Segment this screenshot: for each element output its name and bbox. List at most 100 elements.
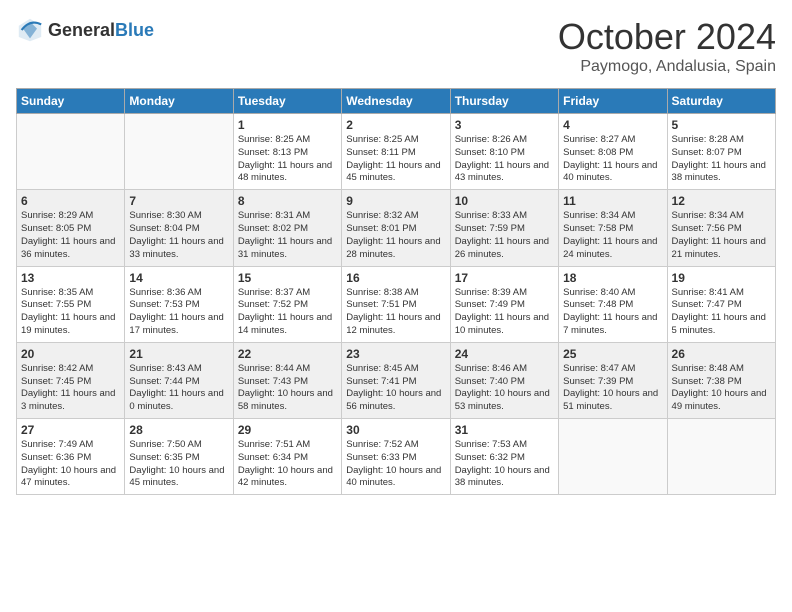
calendar-day-cell: 14 Sunrise: 8:36 AMSunset: 7:53 PMDayligh… (125, 266, 233, 342)
day-content: Sunrise: 8:27 AMSunset: 8:08 PMDaylight:… (563, 134, 662, 185)
day-content: Sunrise: 8:30 AMSunset: 8:04 PMDaylight:… (129, 210, 228, 261)
calendar-day-cell: 7 Sunrise: 8:30 AMSunset: 8:04 PMDaylight… (125, 190, 233, 266)
day-number: 1 (238, 118, 337, 132)
calendar-day-cell: 15 Sunrise: 8:37 AMSunset: 7:52 PMDayligh… (233, 266, 341, 342)
day-number: 2 (346, 118, 445, 132)
day-content: Sunrise: 8:40 AMSunset: 7:48 PMDaylight:… (563, 287, 662, 338)
page-header: GeneralBlue October 2024 Paymogo, Andalu… (16, 16, 776, 76)
col-header-saturday: Saturday (667, 89, 775, 114)
day-number: 18 (563, 271, 662, 285)
day-number: 9 (346, 194, 445, 208)
calendar-day-cell: 2 Sunrise: 8:25 AMSunset: 8:11 PMDaylight… (342, 114, 450, 190)
calendar-day-cell: 30 Sunrise: 7:52 AMSunset: 6:33 PMDayligh… (342, 419, 450, 495)
day-number: 21 (129, 347, 228, 361)
calendar-table: SundayMondayTuesdayWednesdayThursdayFrid… (16, 88, 776, 495)
calendar-day-cell: 20Sunrise: 8:42 AMSunset: 7:45 PMDayligh… (17, 342, 125, 418)
calendar-day-cell: 25 Sunrise: 8:47 AMSunset: 7:39 PMDayligh… (559, 342, 667, 418)
calendar-week-row: 6 Sunrise: 8:29 AMSunset: 8:05 PMDaylight… (17, 190, 776, 266)
day-content: Sunrise: 8:47 AMSunset: 7:39 PMDaylight:… (563, 363, 662, 414)
day-content: Sunrise: 8:39 AMSunset: 7:49 PMDaylight:… (455, 287, 554, 338)
logo-icon (16, 16, 44, 44)
col-header-tuesday: Tuesday (233, 89, 341, 114)
day-content: Sunrise: 8:42 AMSunset: 7:45 PMDaylight:… (21, 363, 120, 414)
col-header-sunday: Sunday (17, 89, 125, 114)
day-number: 7 (129, 194, 228, 208)
day-number: 5 (672, 118, 771, 132)
calendar-day-cell (667, 419, 775, 495)
day-content: Sunrise: 7:52 AMSunset: 6:33 PMDaylight:… (346, 439, 445, 490)
calendar-header-row: SundayMondayTuesdayWednesdayThursdayFrid… (17, 89, 776, 114)
day-number: 27 (21, 423, 120, 437)
day-number: 26 (672, 347, 771, 361)
day-content: Sunrise: 8:45 AMSunset: 7:41 PMDaylight:… (346, 363, 445, 414)
calendar-day-cell: 11 Sunrise: 8:34 AMSunset: 7:58 PMDayligh… (559, 190, 667, 266)
logo: GeneralBlue (16, 16, 154, 44)
day-content: Sunrise: 8:41 AMSunset: 7:47 PMDaylight:… (672, 287, 771, 338)
calendar-day-cell: 23 Sunrise: 8:45 AMSunset: 7:41 PMDayligh… (342, 342, 450, 418)
calendar-day-cell: 28Sunrise: 7:50 AMSunset: 6:35 PMDayligh… (125, 419, 233, 495)
day-number: 10 (455, 194, 554, 208)
day-number: 6 (21, 194, 120, 208)
day-content: Sunrise: 8:29 AMSunset: 8:05 PMDaylight:… (21, 210, 120, 261)
col-header-friday: Friday (559, 89, 667, 114)
day-content: Sunrise: 7:53 AMSunset: 6:32 PMDaylight:… (455, 439, 554, 490)
day-content: Sunrise: 8:28 AMSunset: 8:07 PMDaylight:… (672, 134, 771, 185)
day-number: 14 (129, 271, 228, 285)
day-content: Sunrise: 7:51 AMSunset: 6:34 PMDaylight:… (238, 439, 337, 490)
day-content: Sunrise: 8:34 AMSunset: 7:56 PMDaylight:… (672, 210, 771, 261)
day-number: 23 (346, 347, 445, 361)
calendar-day-cell: 9 Sunrise: 8:32 AMSunset: 8:01 PMDaylight… (342, 190, 450, 266)
day-content: Sunrise: 8:36 AMSunset: 7:53 PMDaylight:… (129, 287, 228, 338)
day-number: 15 (238, 271, 337, 285)
day-number: 4 (563, 118, 662, 132)
title-block: October 2024 Paymogo, Andalusia, Spain (558, 16, 776, 76)
calendar-day-cell: 3 Sunrise: 8:26 AMSunset: 8:10 PMDaylight… (450, 114, 558, 190)
calendar-day-cell: 4 Sunrise: 8:27 AMSunset: 8:08 PMDaylight… (559, 114, 667, 190)
day-content: Sunrise: 8:34 AMSunset: 7:58 PMDaylight:… (563, 210, 662, 261)
day-number: 28 (129, 423, 228, 437)
calendar-day-cell: 21 Sunrise: 8:43 AMSunset: 7:44 PMDayligh… (125, 342, 233, 418)
day-number: 31 (455, 423, 554, 437)
calendar-week-row: 13 Sunrise: 8:35 AMSunset: 7:55 PMDayligh… (17, 266, 776, 342)
day-content: Sunrise: 8:25 AMSunset: 8:11 PMDaylight:… (346, 134, 445, 185)
day-content: Sunrise: 8:43 AMSunset: 7:44 PMDaylight:… (129, 363, 228, 414)
day-content: Sunrise: 8:31 AMSunset: 8:02 PMDaylight:… (238, 210, 337, 261)
day-number: 25 (563, 347, 662, 361)
day-number: 22 (238, 347, 337, 361)
day-number: 29 (238, 423, 337, 437)
logo-general-text: General (48, 20, 115, 40)
day-content: Sunrise: 8:38 AMSunset: 7:51 PMDaylight:… (346, 287, 445, 338)
day-content: Sunrise: 8:44 AMSunset: 7:43 PMDaylight:… (238, 363, 337, 414)
day-content: Sunrise: 8:35 AMSunset: 7:55 PMDaylight:… (21, 287, 120, 338)
logo-blue-text: Blue (115, 20, 154, 40)
calendar-day-cell: 31 Sunrise: 7:53 AMSunset: 6:32 PMDayligh… (450, 419, 558, 495)
day-number: 8 (238, 194, 337, 208)
day-content: Sunrise: 8:46 AMSunset: 7:40 PMDaylight:… (455, 363, 554, 414)
calendar-day-cell: 17Sunrise: 8:39 AMSunset: 7:49 PMDayligh… (450, 266, 558, 342)
calendar-day-cell: 6 Sunrise: 8:29 AMSunset: 8:05 PMDaylight… (17, 190, 125, 266)
calendar-week-row: 27Sunrise: 7:49 AMSunset: 6:36 PMDayligh… (17, 419, 776, 495)
day-content: Sunrise: 8:32 AMSunset: 8:01 PMDaylight:… (346, 210, 445, 261)
calendar-day-cell: 24 Sunrise: 8:46 AMSunset: 7:40 PMDayligh… (450, 342, 558, 418)
calendar-day-cell: 29 Sunrise: 7:51 AMSunset: 6:34 PMDayligh… (233, 419, 341, 495)
calendar-week-row: 1 Sunrise: 8:25 AMSunset: 8:13 PMDaylight… (17, 114, 776, 190)
day-number: 12 (672, 194, 771, 208)
day-number: 24 (455, 347, 554, 361)
location-subtitle: Paymogo, Andalusia, Spain (558, 58, 776, 76)
col-header-monday: Monday (125, 89, 233, 114)
day-number: 30 (346, 423, 445, 437)
day-number: 19 (672, 271, 771, 285)
day-content: Sunrise: 8:37 AMSunset: 7:52 PMDaylight:… (238, 287, 337, 338)
day-number: 13 (21, 271, 120, 285)
day-number: 3 (455, 118, 554, 132)
calendar-day-cell: 8 Sunrise: 8:31 AMSunset: 8:02 PMDaylight… (233, 190, 341, 266)
calendar-day-cell (17, 114, 125, 190)
month-year-title: October 2024 (558, 16, 776, 58)
calendar-day-cell: 18 Sunrise: 8:40 AMSunset: 7:48 PMDayligh… (559, 266, 667, 342)
day-content: Sunrise: 8:25 AMSunset: 8:13 PMDaylight:… (238, 134, 337, 185)
day-content: Sunrise: 8:26 AMSunset: 8:10 PMDaylight:… (455, 134, 554, 185)
calendar-day-cell: 1 Sunrise: 8:25 AMSunset: 8:13 PMDaylight… (233, 114, 341, 190)
day-number: 11 (563, 194, 662, 208)
calendar-week-row: 20Sunrise: 8:42 AMSunset: 7:45 PMDayligh… (17, 342, 776, 418)
col-header-wednesday: Wednesday (342, 89, 450, 114)
